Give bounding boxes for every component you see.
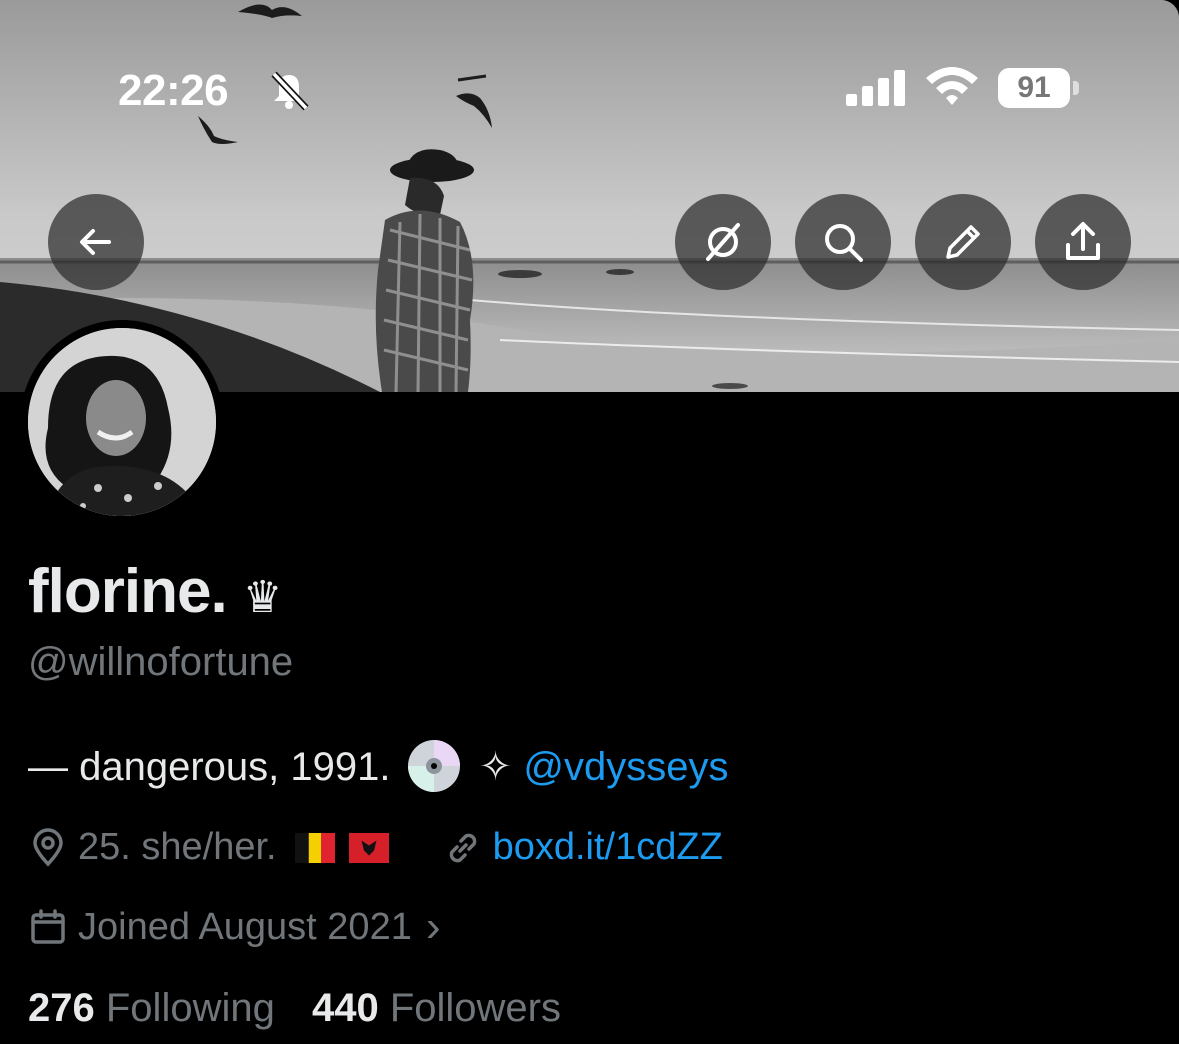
joined-row[interactable]: Joined August 2021 ›	[28, 902, 441, 952]
profile-meta-row: 25. she/her. boxd.it/1cdZZ	[28, 826, 723, 869]
following-label: Following	[105, 986, 275, 1030]
website-link[interactable]: boxd.it/1cdZZ	[493, 826, 723, 869]
bio-text: — dangerous, 1991.	[28, 745, 391, 789]
location-text: 25. she/her.	[78, 826, 277, 868]
battery-indicator: 91	[998, 68, 1084, 108]
location-pin-icon	[33, 827, 63, 867]
albania-flag-icon	[348, 832, 389, 863]
grok-button[interactable]	[675, 194, 771, 290]
back-button[interactable]	[48, 194, 144, 290]
crown-emoji: ♛	[242, 573, 282, 622]
belgium-flag-icon	[294, 832, 335, 863]
follow-stats: 276 Following 440 Followers	[28, 986, 561, 1031]
cellular-signal-icon	[846, 70, 905, 106]
avatar[interactable]	[20, 320, 224, 524]
wifi-icon	[926, 67, 978, 105]
bio: — dangerous, 1991. ✧ @vdysseys	[28, 738, 728, 794]
joined-date: Joined August 2021	[78, 905, 412, 948]
link-icon	[449, 833, 476, 862]
edit-button[interactable]	[915, 194, 1011, 290]
cd-emoji-icon	[407, 740, 460, 792]
grok-icon	[706, 223, 740, 261]
share-button[interactable]	[1035, 194, 1131, 290]
followers-label: Followers	[389, 986, 561, 1030]
battery-level: 91	[998, 68, 1070, 108]
display-name-text: florine.	[28, 557, 228, 626]
back-arrow-icon	[80, 229, 111, 255]
calendar-icon	[31, 909, 65, 944]
share-icon	[1066, 222, 1100, 260]
search-button[interactable]	[795, 194, 891, 290]
battery-tip	[1073, 81, 1079, 95]
bio-sparkle: ✧	[478, 745, 513, 789]
username: @willnofortune	[28, 640, 294, 684]
banner-image	[0, 0, 1179, 392]
following-link[interactable]: 276 Following	[28, 986, 275, 1030]
bio-mention-link[interactable]: @vdysseys	[523, 745, 728, 789]
avatar-image	[28, 328, 216, 516]
followers-link[interactable]: 440 Followers	[312, 986, 561, 1030]
edit-icon	[946, 225, 980, 259]
following-count: 276	[28, 986, 95, 1030]
followers-count: 440	[311, 986, 379, 1030]
profile-banner[interactable]	[0, 0, 1179, 392]
status-time: 22:26	[118, 66, 229, 115]
chevron-right-icon: ›	[425, 902, 441, 951]
display-name: florine. ♛	[28, 556, 282, 627]
bell-slash-icon	[271, 71, 309, 111]
search-icon	[825, 224, 863, 262]
